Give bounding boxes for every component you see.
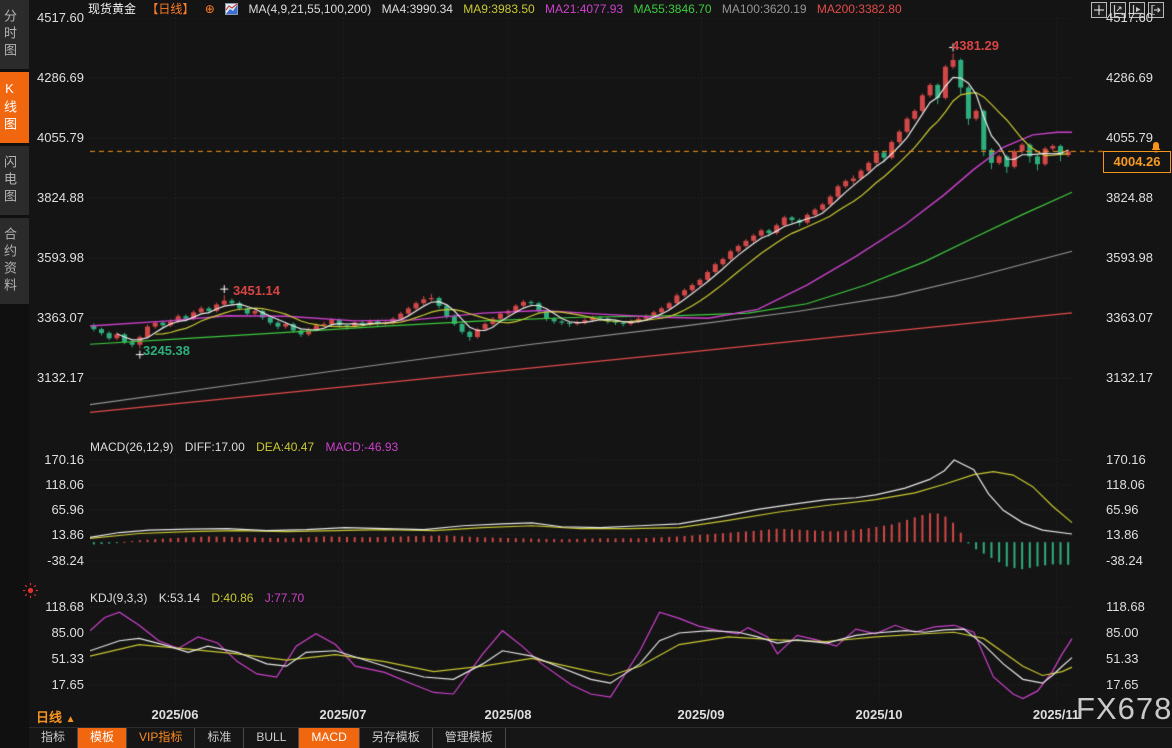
kdj-axis-tick: 51.33 <box>26 651 84 666</box>
kdj-axis-tick: 85.00 <box>26 625 84 640</box>
kdj-j-value: J:77.70 <box>265 591 304 605</box>
kdj-axis-tick: 51.33 <box>1106 651 1170 666</box>
peak-price-annotation: 4381.29 <box>952 38 999 53</box>
price-axis-tick: 4517.60 <box>1106 10 1170 25</box>
chevron-up-icon: ▲ <box>66 714 76 725</box>
price-axis-tick: 4286.69 <box>1106 70 1170 85</box>
swing-low-annotation: 3245.38 <box>143 343 190 358</box>
tab-bull[interactable]: BULL <box>244 728 299 748</box>
tab-macd[interactable]: MACD <box>299 728 359 748</box>
price-axis-tick: 4286.69 <box>26 70 84 85</box>
period-selector[interactable]: 日线 ▲ <box>36 707 76 726</box>
ma4-value: MA4:3990.34 <box>382 2 453 16</box>
mini-chart-icon <box>225 3 238 15</box>
current-price-tag[interactable]: 4004.26 <box>1103 151 1171 173</box>
kdj-panel-header: KDJ(9,3,3) K:53.14 D:40.86 J:77.70 <box>90 591 312 605</box>
ma9-value: MA9:3983.50 <box>463 2 534 16</box>
x-axis-month-label: 2025/08 <box>476 707 540 722</box>
price-axis-tick: 3132.17 <box>26 370 84 385</box>
macd-title: MACD(26,12,9) <box>90 440 173 454</box>
kdj-axis-tick: 17.65 <box>26 677 84 692</box>
tab-vip-indicators[interactable]: VIP指标 <box>127 728 195 748</box>
indicator-settings-icon[interactable]: ⊕ <box>205 2 215 16</box>
kdj-axis-tick: 17.65 <box>1106 677 1170 692</box>
macd-axis-tick: -38.24 <box>26 553 84 568</box>
symbol-name[interactable]: 现货黄金 <box>88 2 136 16</box>
indicator-tabbar: 指标 模板 VIP指标 标准 BULL MACD 另存模板 管理模板 <box>29 727 1172 748</box>
macd-axis-tick: 118.06 <box>1106 477 1170 492</box>
kdj-axis-tick: 118.68 <box>1106 599 1170 614</box>
sidebar-item-kline-chart[interactable]: K线图 <box>0 72 29 143</box>
kdj-title: KDJ(9,3,3) <box>90 591 147 605</box>
pan-icon[interactable] <box>1091 2 1107 18</box>
macd-axis-tick: 13.86 <box>26 527 84 542</box>
price-axis-tick: 3824.88 <box>26 190 84 205</box>
kdj-k-value: K:53.14 <box>159 591 200 605</box>
price-axis-tick: 4517.60 <box>26 10 84 25</box>
macd-axis-tick: 65.96 <box>26 502 84 517</box>
chart-type-sidebar: 分时图 K线图 闪电图 合约资料 <box>0 0 29 748</box>
tab-indicators[interactable]: 指标 <box>29 728 78 748</box>
macd-diff-value: DIFF:17.00 <box>185 440 245 454</box>
x-axis-month-label: 2025/07 <box>311 707 375 722</box>
live-indicator-icon <box>22 582 39 599</box>
macd-axis-tick: 170.16 <box>26 452 84 467</box>
ma55-value: MA55:3846.70 <box>633 2 711 16</box>
price-alert-icon[interactable] <box>1150 140 1162 151</box>
ma200-value: MA200:3382.80 <box>817 2 902 16</box>
macd-axis-tick: 13.86 <box>1106 527 1170 542</box>
price-axis-tick: 3824.88 <box>1106 190 1170 205</box>
x-axis-month-label: 2025/10 <box>847 707 911 722</box>
macd-axis-tick: 65.96 <box>1106 502 1170 517</box>
period-badge[interactable]: 【日线】 <box>146 2 194 16</box>
tab-templates[interactable]: 模板 <box>78 728 127 748</box>
price-axis-tick: 3593.98 <box>1106 250 1170 265</box>
x-axis-month-label: 2025/06 <box>143 707 207 722</box>
trading-chart-app: 分时图 K线图 闪电图 合约资料 现货黄金 【日线】 ⊕ MA(4,9,21,5… <box>0 0 1172 748</box>
macd-macd-value: MACD:-46.93 <box>325 440 398 454</box>
watermark: FX678 <box>1076 691 1172 727</box>
swing-high-annotation: 3451.14 <box>233 283 280 298</box>
price-axis-tick: 3363.07 <box>1106 310 1170 325</box>
price-axis-tick: 3363.07 <box>26 310 84 325</box>
x-axis-month-label: 2025/09 <box>669 707 733 722</box>
ma21-value: MA21:4077.93 <box>545 2 623 16</box>
sidebar-item-time-chart[interactable]: 分时图 <box>0 0 29 69</box>
price-axis-tick: 4055.79 <box>26 130 84 145</box>
macd-dea-value: DEA:40.47 <box>256 440 314 454</box>
price-axis-tick: 3593.98 <box>26 250 84 265</box>
chart-header: 现货黄金 【日线】 ⊕ MA(4,9,21,55,100,200) MA4:39… <box>88 1 909 18</box>
period-selector-label: 日线 <box>36 710 62 725</box>
kdj-d-value: D:40.86 <box>211 591 253 605</box>
tab-standard[interactable]: 标准 <box>195 728 244 748</box>
tab-manage-templates[interactable]: 管理模板 <box>433 728 506 748</box>
macd-axis-tick: -38.24 <box>1106 553 1170 568</box>
macd-axis-tick: 118.06 <box>26 477 84 492</box>
sidebar-item-contract-info[interactable]: 合约资料 <box>0 218 29 304</box>
ma-params-label: MA(4,9,21,55,100,200) <box>248 2 371 16</box>
sidebar-item-lightning-chart[interactable]: 闪电图 <box>0 146 29 215</box>
macd-panel-header: MACD(26,12,9) DIFF:17.00 DEA:40.47 MACD:… <box>90 440 406 454</box>
ma100-value: MA100:3620.19 <box>722 2 807 16</box>
kdj-axis-tick: 85.00 <box>1106 625 1170 640</box>
price-axis-tick: 3132.17 <box>1106 370 1170 385</box>
tab-save-template[interactable]: 另存模板 <box>360 728 433 748</box>
macd-axis-tick: 170.16 <box>1106 452 1170 467</box>
kdj-axis-tick: 118.68 <box>26 599 84 614</box>
